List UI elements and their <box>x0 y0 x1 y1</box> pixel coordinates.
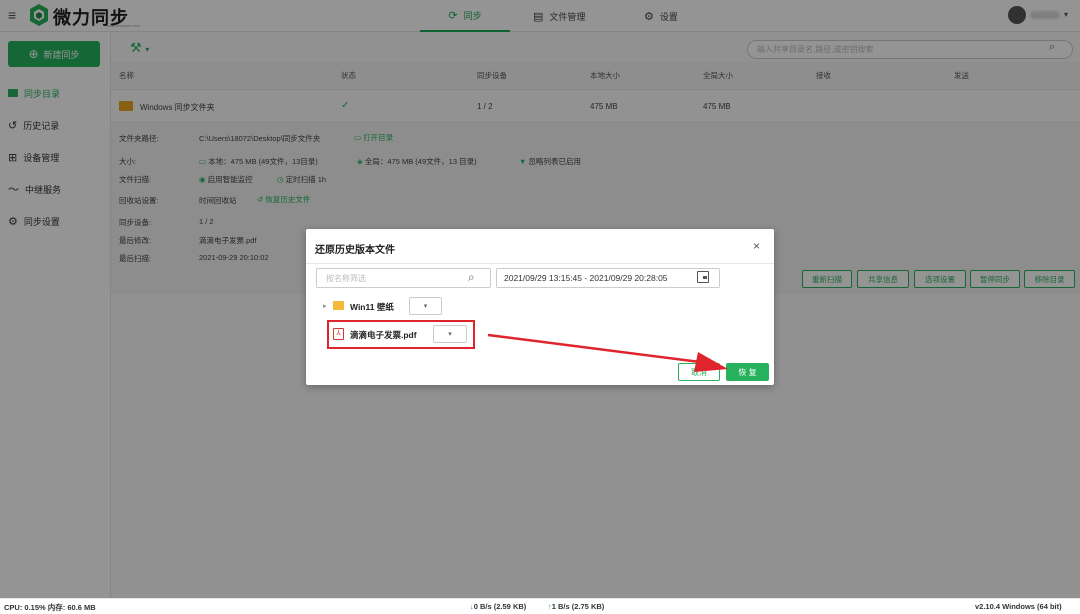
calendar-icon[interactable] <box>697 271 709 283</box>
filter-placeholder: 按名称筛选 <box>326 274 366 283</box>
download-speed: ↓0 B/s (2.59 KB) <box>470 602 526 611</box>
upload-speed: ↑1 B/s (2.75 KB) <box>548 602 604 611</box>
chevron-down-icon: ▾ <box>448 331 452 338</box>
upload-text: 1 B/s (2.75 KB) <box>551 602 605 611</box>
pdf-icon: ⅄ <box>333 328 344 340</box>
close-icon[interactable]: × <box>753 239 760 253</box>
version-select[interactable]: ▾ <box>409 297 442 315</box>
divider <box>306 263 774 264</box>
cpu-mem: CPU: 0.15% 内存: 60.6 MB <box>4 603 96 612</box>
dialog-title: 还原历史版本文件 <box>315 245 395 256</box>
expand-arrow-icon[interactable]: ▸ <box>323 302 327 310</box>
download-text: 0 B/s (2.59 KB) <box>473 602 527 611</box>
restore-button[interactable]: 恢 复 <box>726 363 769 381</box>
version-select[interactable]: ▾ <box>433 325 467 343</box>
tree-item-folder[interactable]: Win11 壁纸 <box>350 301 394 313</box>
cancel-button[interactable]: 取消 <box>678 363 720 381</box>
date-range-text: 2021/09/29 13:15:45 - 2021/09/29 20:28:0… <box>504 273 668 283</box>
search-icon[interactable]: ⌕ <box>468 270 475 285</box>
status-bar <box>0 598 1080 614</box>
tree-item-file[interactable]: 滴滴电子发票.pdf <box>350 329 417 341</box>
chevron-down-icon: ▾ <box>423 303 428 310</box>
version: v2.10.4 Windows (64 bit) <box>975 602 1062 611</box>
folder-icon <box>333 301 344 310</box>
